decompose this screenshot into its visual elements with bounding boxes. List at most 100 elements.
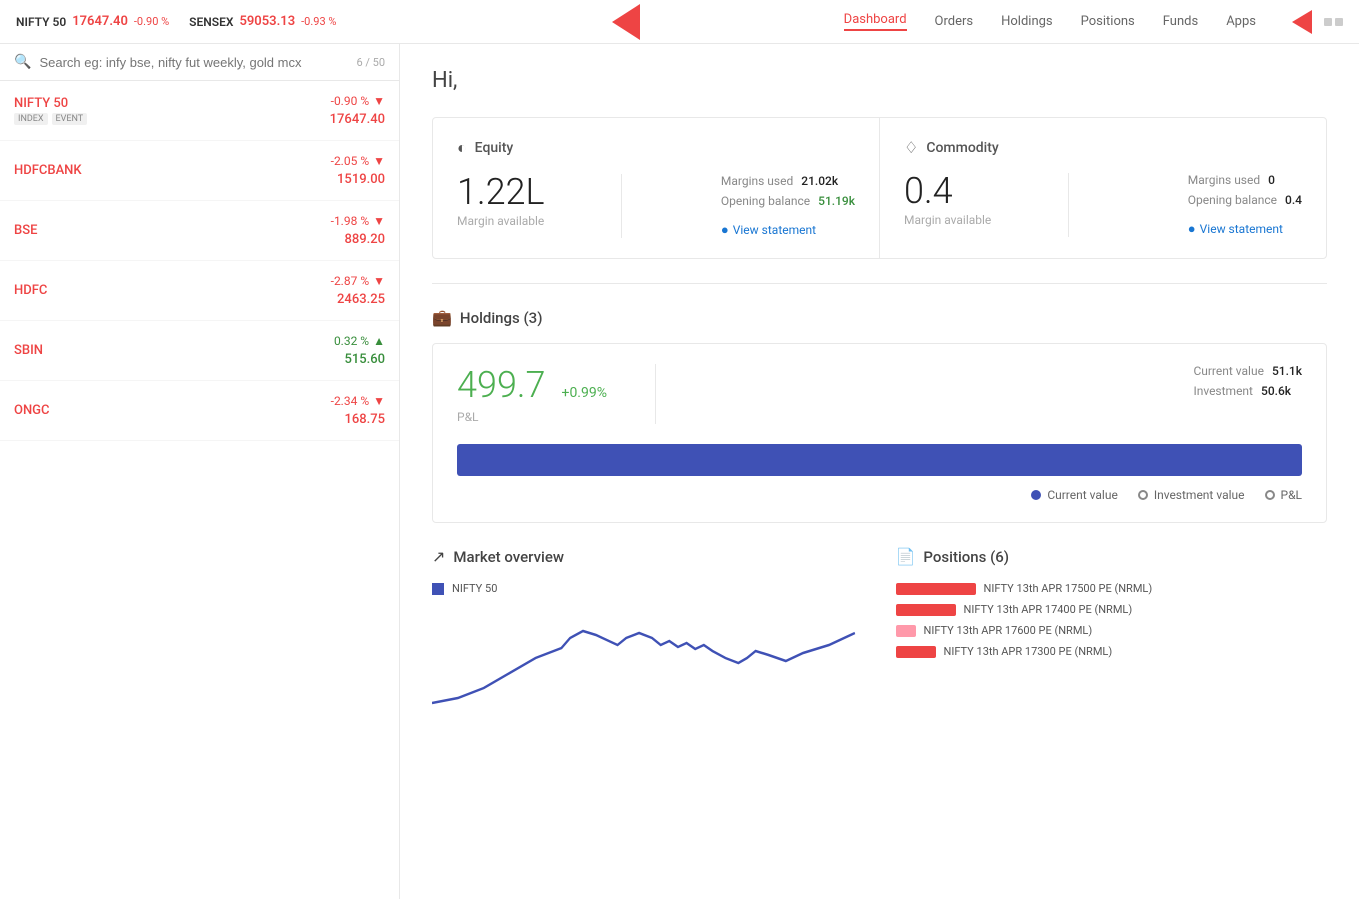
position-item: NIFTY 13th APR 17500 PE (NRML) [896, 582, 1328, 595]
position-label: NIFTY 13th APR 17600 PE (NRML) [924, 624, 1328, 637]
arrow-down-icon: ▼ [373, 94, 385, 108]
position-bar [896, 604, 956, 616]
pnl-value: 499.7 [457, 364, 546, 406]
stock-change: -2.87 % ▼ [331, 274, 385, 288]
watchlist-item[interactable]: SBIN 0.32 % ▲ 515.60 [0, 321, 399, 381]
watchlist-item[interactable]: HDFC -2.87 % ▼ 2463.25 [0, 261, 399, 321]
search-input[interactable] [39, 55, 348, 70]
stock-info: SBIN [14, 343, 43, 358]
market-overview-title: ↗ Market overview [432, 547, 864, 566]
current-value-row: Current value 51.1k [1193, 364, 1302, 378]
equity-margins-used-row: Margins used 21.02k [721, 174, 855, 188]
holdings-section: 💼 Holdings (3) 499.7 +0.99% P&L [432, 308, 1327, 523]
nifty-ticker: NIFTY 50 17647.40 -0.90 % [16, 14, 169, 29]
legend-pnl-label: P&L [1281, 488, 1303, 502]
market-icon: ↗ [432, 547, 445, 566]
positions-section: 📄 Positions (6) NIFTY 13th APR 17500 PE … [896, 547, 1328, 723]
chart-legend-dot [432, 583, 444, 595]
stock-tag: INDEX [14, 113, 48, 125]
watchlist-item[interactable]: BSE -1.98 % ▼ 889.20 [0, 201, 399, 261]
pnl-pct: +0.99% [562, 385, 608, 401]
commodity-title: Commodity [926, 140, 998, 156]
holdings-icon: 💼 [432, 308, 452, 327]
nav-orders[interactable]: Orders [935, 14, 974, 29]
equity-icon: ◐ [457, 138, 467, 158]
commodity-header: ♢ Commodity [904, 138, 1302, 157]
holdings-right: Current value 51.1k Investment 50.6k [1193, 364, 1302, 402]
investment-value: 50.6k [1261, 384, 1291, 398]
watchlist-item[interactable]: HDFCBANK -2.05 % ▼ 1519.00 [0, 141, 399, 201]
commodity-opening-balance-row: Opening balance 0.4 [1188, 193, 1302, 207]
equity-margin-value: 1.22L [457, 174, 597, 210]
legend-current-value[interactable]: Current value [1031, 488, 1118, 502]
stock-info: BSE [14, 223, 37, 238]
commodity-left: 0.4 Margin available [904, 173, 1044, 227]
commodity-margin-value: 0.4 [904, 173, 1044, 209]
equity-title: Equity [475, 140, 514, 156]
legend-pnl[interactable]: P&L [1265, 488, 1303, 502]
legend-current-label: Current value [1047, 488, 1118, 502]
market-overview: ↗ Market overview NIFTY 50 [432, 547, 864, 723]
stock-price: 1519.00 [337, 172, 385, 187]
stock-change: 0.32 % ▲ [334, 334, 385, 348]
market-title-text: Market overview [453, 548, 564, 566]
holdings-bar-container [457, 444, 1302, 476]
logo-icon[interactable] [612, 4, 648, 40]
equity-opening-balance-label: Opening balance [721, 194, 810, 208]
watchlist-item[interactable]: ONGC -2.34 % ▼ 168.75 [0, 381, 399, 441]
stock-price: 2463.25 [337, 292, 385, 307]
equity-divider [621, 174, 622, 238]
current-value-label: Current value [1193, 364, 1264, 378]
commodity-margin-details: Margins used 0 Opening balance 0.4 ● Vie… [1156, 173, 1302, 237]
equity-margin-details: Margins used 21.02k Opening balance 51.1… [689, 174, 855, 238]
commodity-icon: ♢ [904, 138, 918, 157]
position-label: NIFTY 13th APR 17500 PE (NRML) [984, 582, 1328, 595]
commodity-view-statement[interactable]: ● View statement [1188, 221, 1302, 237]
menu-icon[interactable] [1324, 18, 1343, 26]
stock-name: NIFTY 50 [14, 96, 87, 111]
stock-price: 889.20 [344, 232, 385, 247]
nav-positions[interactable]: Positions [1081, 14, 1135, 29]
nav-dashboard[interactable]: Dashboard [844, 12, 907, 31]
nav-holdings[interactable]: Holdings [1001, 14, 1053, 29]
stock-change: -0.90 % ▼ [331, 94, 385, 108]
equity-view-statement[interactable]: ● View statement [721, 222, 855, 238]
legend-investment-label: Investment value [1154, 488, 1245, 502]
arrow-down-icon: ▼ [373, 274, 385, 288]
market-chart [432, 603, 864, 723]
commodity-inner: 0.4 Margin available Margins used 0 Open… [904, 173, 1302, 237]
stock-info: HDFC [14, 283, 47, 298]
equity-inner: 1.22L Margin available Margins used 21.0… [457, 174, 855, 238]
search-count: 6 / 50 [356, 56, 385, 69]
commodity-margins-used-label: Margins used [1188, 173, 1260, 187]
watchlist-item[interactable]: NIFTY 50 INDEXEVENT -0.90 % ▼ 17647.40 [0, 81, 399, 141]
stock-change: -2.05 % ▼ [331, 154, 385, 168]
stock-name: HDFCBANK [14, 163, 82, 178]
legend-investment-value[interactable]: Investment value [1138, 488, 1245, 502]
nav-apps[interactable]: Apps [1226, 14, 1256, 29]
commodity-opening-balance-label: Opening balance [1188, 193, 1277, 207]
positions-title-text: Positions (6) [923, 548, 1009, 566]
current-value: 51.1k [1272, 364, 1302, 378]
arrow-down-icon: ▼ [373, 214, 385, 228]
market-tickers: NIFTY 50 17647.40 -0.90 % SENSEX 59053.1… [16, 14, 416, 29]
nifty-label: NIFTY 50 [16, 15, 66, 29]
equity-panel: ◐ Equity 1.22L Margin available Margins … [433, 118, 879, 258]
equity-left: 1.22L Margin available [457, 174, 597, 228]
stock-right: -2.34 % ▼ 168.75 [331, 394, 385, 427]
nav-funds[interactable]: Funds [1163, 14, 1198, 29]
positions-title: 📄 Positions (6) [896, 547, 1328, 566]
commodity-margins-used-value: 0 [1268, 173, 1275, 187]
sensex-change: -0.93 % [301, 15, 336, 28]
arrow-up-icon: ▲ [373, 334, 385, 348]
menu-bar-2 [1335, 18, 1343, 26]
section-divider [432, 283, 1327, 284]
equity-margins-used-value: 21.02k [801, 174, 838, 188]
stock-name: BSE [14, 223, 37, 238]
stock-price: 515.60 [344, 352, 385, 367]
main-layout: 🔍 6 / 50 NIFTY 50 INDEXEVENT -0.90 % ▼ 1… [0, 44, 1359, 899]
holdings-title-text: Holdings (3) [460, 309, 543, 327]
logo-area[interactable] [416, 4, 844, 40]
position-bar [896, 646, 936, 658]
stock-price: 17647.40 [330, 112, 385, 127]
